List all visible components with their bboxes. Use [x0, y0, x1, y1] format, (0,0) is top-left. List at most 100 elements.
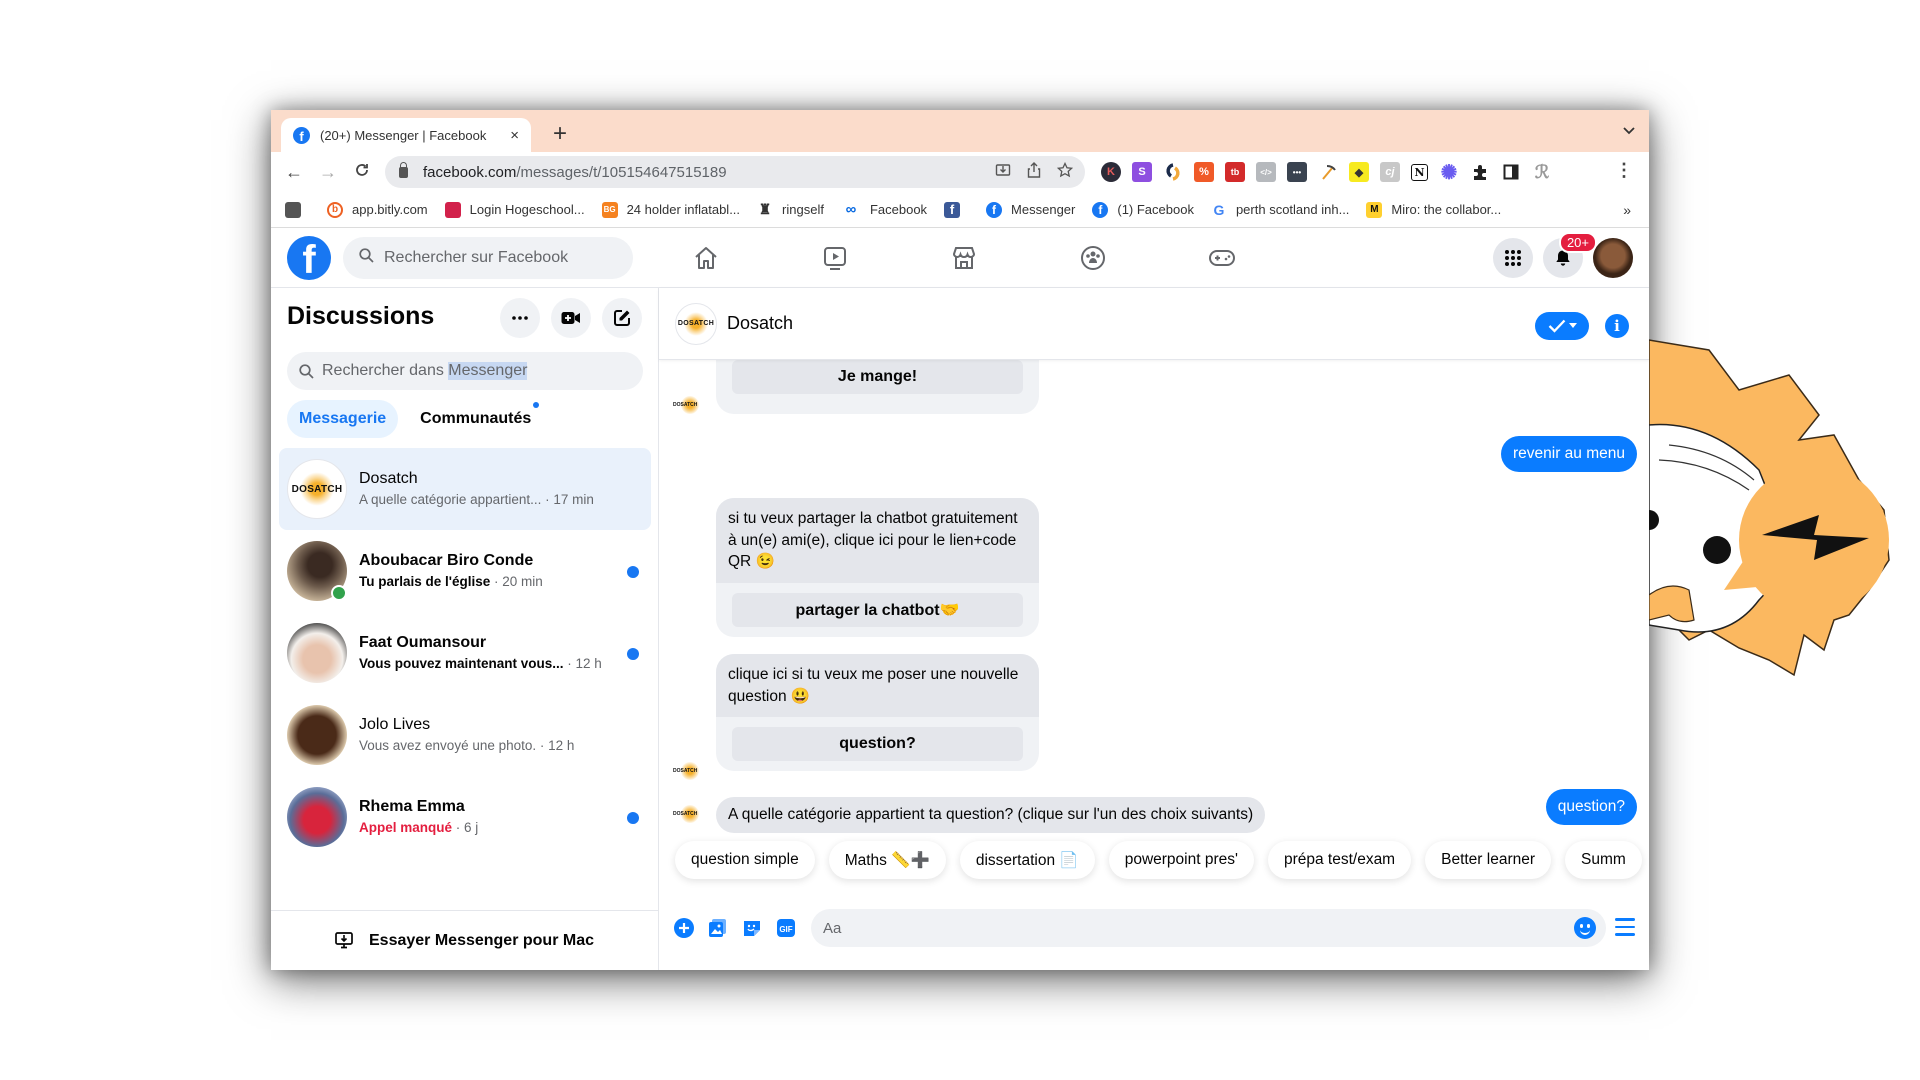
reload-button[interactable] — [345, 162, 379, 183]
video-icon — [823, 247, 846, 270]
bookmark-facebook-1[interactable]: f (1) Facebook — [1092, 201, 1194, 218]
bookmark-star-icon[interactable] — [1056, 161, 1074, 182]
nav-home[interactable] — [641, 228, 770, 288]
percent-extension-icon[interactable]: % — [1194, 162, 1214, 182]
quick-reply-powerpoint[interactable]: powerpoint pres' — [1108, 841, 1254, 879]
info-icon[interactable]: i — [1605, 314, 1629, 338]
profile-avatar[interactable] — [1593, 238, 1633, 278]
k-extension-icon[interactable]: K — [1101, 162, 1121, 182]
nav-gaming[interactable] — [1157, 228, 1286, 288]
pickaxe-extension-icon[interactable] — [1318, 162, 1338, 182]
try-messenger-mac-button[interactable]: Essayer Messenger pour Mac — [271, 910, 658, 970]
notifications-button[interactable]: 20+ — [1543, 232, 1597, 278]
card-button-je-mange[interactable]: Je mange! — [732, 360, 1023, 394]
bookmark-facebook-square[interactable]: f — [944, 201, 969, 218]
sticker-button[interactable] — [740, 916, 764, 940]
card-button-question[interactable]: question? — [732, 727, 1023, 762]
url-bar[interactable]: facebook.com/messages/t/105154647515189 — [385, 156, 1085, 188]
gif-icon: GIF — [777, 919, 795, 937]
bookmark-label: Facebook — [869, 202, 928, 217]
share-icon[interactable] — [1027, 162, 1041, 182]
tab-close-icon[interactable]: × — [510, 127, 519, 144]
install-app-icon[interactable] — [995, 162, 1011, 182]
side-panel-icon[interactable] — [1501, 162, 1521, 182]
code-extension-icon[interactable]: </> — [1256, 162, 1276, 182]
more-actions-button[interactable] — [672, 916, 696, 940]
bookmark-bitly[interactable]: b app.bitly.com — [327, 201, 428, 218]
unread-dot — [627, 812, 639, 824]
dosatch-avatar: DOSATCH — [287, 459, 347, 519]
quick-reply-maths[interactable]: Maths 📏➕ — [828, 841, 946, 879]
s-extension-icon[interactable]: S — [1132, 162, 1152, 182]
menu-grid-button[interactable] — [1493, 238, 1533, 278]
new-room-button[interactable] — [551, 298, 591, 338]
options-button[interactable] — [500, 298, 540, 338]
browser-window: f (20+) Messenger | Facebook × + ← → fac… — [271, 110, 1649, 970]
bookmark-miro[interactable]: M Miro: the collabor... — [1366, 201, 1501, 218]
bot-menu-icon[interactable] — [1615, 918, 1635, 941]
chats-sidebar: Discussions Rechercher dans Messenger Me… — [271, 288, 659, 970]
bookmarks-overflow-button[interactable]: » — [1623, 202, 1631, 218]
new-tab-button[interactable]: + — [553, 120, 567, 148]
puzzle-extensions-icon[interactable] — [1470, 162, 1490, 182]
message-input-placeholder: Aa — [823, 919, 842, 937]
dots-extension-icon[interactable]: ••• — [1287, 162, 1307, 182]
facebook-logo-icon[interactable]: f — [287, 236, 331, 280]
nav-watch[interactable] — [770, 228, 899, 288]
conversation-item[interactable]: Rhema Emma Appel manqué · 6 j — [279, 776, 651, 858]
mascot-illustration — [1649, 339, 1890, 677]
emoji-icon[interactable] — [1574, 917, 1596, 939]
back-button[interactable]: ← — [277, 162, 311, 183]
browser-menu-icon[interactable]: ⋮ — [1615, 160, 1633, 181]
tab-communautes[interactable]: Communautés — [408, 400, 543, 438]
bookmark-inflatable[interactable]: BG 24 holder inflatabl... — [601, 201, 740, 218]
browser-tab-messenger[interactable]: f (20+) Messenger | Facebook × — [281, 118, 531, 152]
facebook-header: f Rechercher sur Facebook 20+ — [271, 228, 1649, 288]
conversation-item[interactable]: Jolo Lives Vous avez envoyé une photo. ·… — [279, 694, 651, 776]
conversation-item[interactable]: DOSATCH Dosatch A quelle catégorie appar… — [279, 448, 651, 530]
svg-text:GIF: GIF — [779, 925, 792, 934]
conversation-item[interactable]: Aboubacar Biro Conde Tu parlais de l'égl… — [279, 530, 651, 612]
bookmark-messenger[interactable]: f Messenger — [986, 201, 1075, 218]
bot-message-text: clique ici si tu veux me poser une nouve… — [716, 654, 1039, 718]
new-message-button[interactable] — [602, 298, 642, 338]
facebook-search-input[interactable]: Rechercher sur Facebook — [343, 237, 633, 279]
conversation-item[interactable]: Paul Agnéroh Ca m'a fait aussi plaisir ·… — [279, 858, 651, 868]
bookmark-google-perth[interactable]: Gperth scotland inh... — [1211, 202, 1350, 218]
conversation-preview: Appel manqué · 6 j — [359, 819, 479, 835]
quick-reply-prepa-test[interactable]: prépa test/exam — [1267, 841, 1412, 879]
tab-messagerie[interactable]: Messagerie — [287, 400, 399, 438]
quick-reply-question-simple[interactable]: question simple — [675, 841, 815, 879]
tab-search-chevron-icon[interactable] — [1623, 122, 1635, 138]
message-input[interactable]: Aa — [811, 909, 1606, 947]
cj-extension-icon[interactable]: cj — [1380, 162, 1400, 182]
nav-marketplace[interactable] — [899, 228, 1028, 288]
signature-extension-icon[interactable]: ℛ — [1532, 162, 1552, 183]
conversation-item[interactable]: Faat Oumansour Vous pouvez maintenant vo… — [279, 612, 651, 694]
nav-groups[interactable] — [1028, 228, 1157, 288]
chat-contact-name[interactable]: Dosatch — [727, 313, 793, 334]
bookmark-save[interactable] — [285, 201, 310, 218]
mark-done-button[interactable] — [1535, 312, 1589, 340]
sketch-extension-icon[interactable]: ◆ — [1349, 162, 1369, 182]
quick-reply-better-learner[interactable]: Better learner — [1425, 841, 1552, 879]
attach-photo-button[interactable] — [706, 916, 730, 940]
bot-message-card: si tu veux partager la chatbot gratuitem… — [716, 498, 1039, 638]
card-button-share[interactable]: partager la chatbot🤝 — [732, 593, 1023, 628]
notion-extension-icon[interactable]: N — [1411, 163, 1428, 181]
sparkle-extension-icon[interactable]: ✺ — [1439, 162, 1459, 184]
chat-panel: DOSATCH Dosatch i Je mange! DOSATCH reve… — [659, 288, 1649, 970]
bookmark-meta-facebook[interactable]: ∞ Facebook — [841, 201, 928, 218]
quick-reply-dissertation[interactable]: dissertation 📄 — [959, 841, 1095, 879]
gif-button[interactable]: GIF — [774, 916, 798, 940]
bookmark-hogeschool[interactable]: Login Hogeschool... — [444, 201, 585, 218]
dosatch-avatar[interactable]: DOSATCH — [675, 302, 717, 345]
quick-reply-summ[interactable]: Summ — [1565, 841, 1642, 879]
conversation-preview: Vous pouvez maintenant vous... · 12 h — [359, 655, 602, 671]
forward-button[interactable]: → — [311, 162, 345, 183]
tb-extension-icon[interactable]: tb — [1225, 162, 1245, 182]
facebook-header-actions: 20+ — [1493, 232, 1633, 278]
bookmark-ringself[interactable]: ♜ ringself — [757, 201, 824, 218]
simplenote-extension-icon[interactable] — [1163, 162, 1183, 182]
messenger-search-input[interactable]: Rechercher dans Messenger — [287, 352, 643, 390]
